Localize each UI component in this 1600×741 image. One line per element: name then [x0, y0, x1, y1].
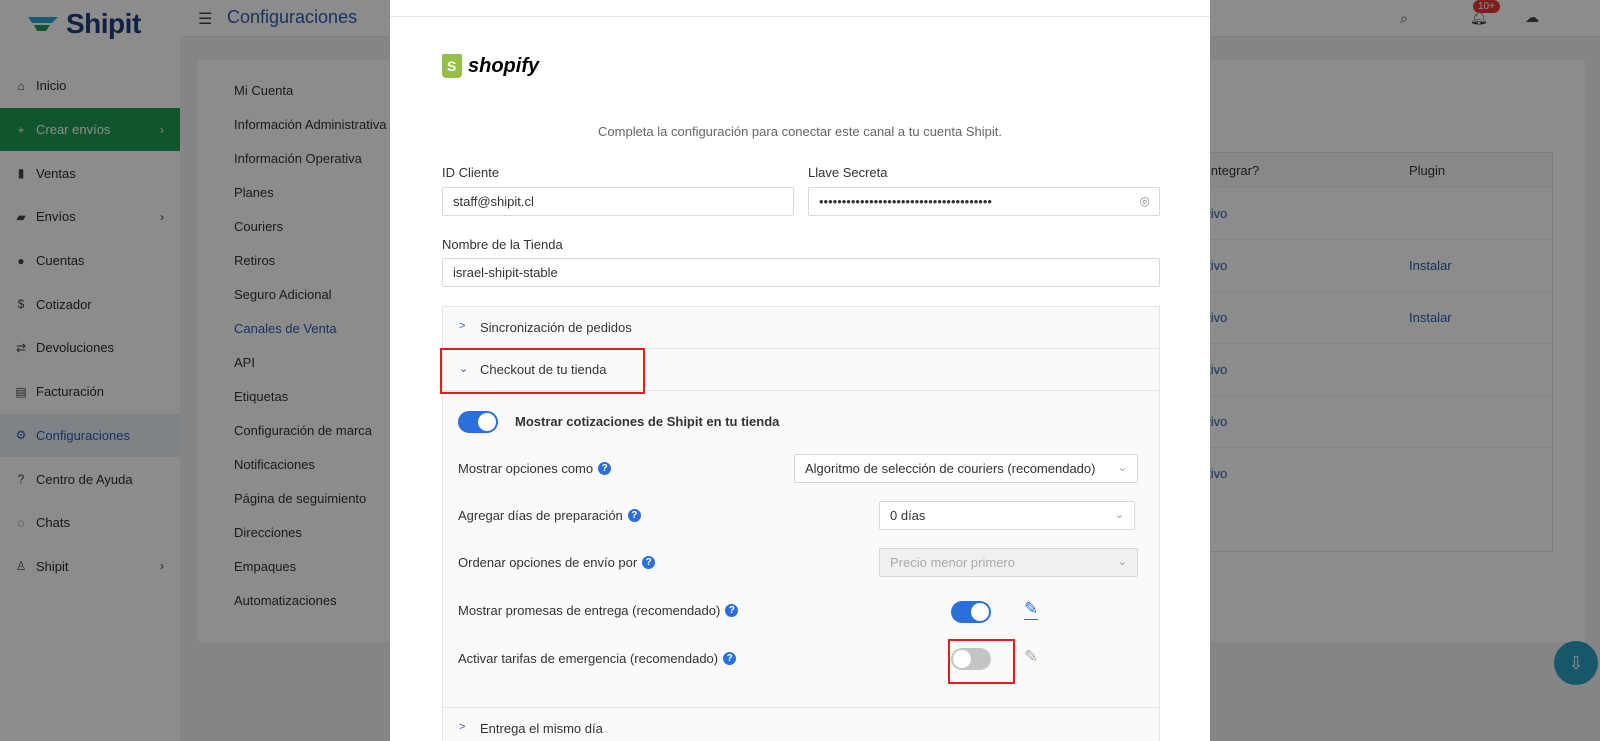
help-icon[interactable]: ?	[723, 652, 737, 665]
client-id-label: ID Cliente	[442, 165, 500, 180]
emergency-label: Activar tarifas de emergencia (recomenda…	[458, 651, 737, 666]
emergency-text: Activar tarifas de emergencia (recomenda…	[458, 651, 719, 666]
toggle-knob	[971, 603, 989, 621]
secret-key-field[interactable]: •••••••••••••••••••••••••••••••••••••• ◎	[808, 187, 1160, 216]
highlight-emergency-toggle	[948, 639, 1015, 684]
chevron-right-icon: >	[459, 721, 466, 733]
eye-off-icon[interactable]: ◎	[1140, 194, 1150, 208]
panel-same-day-title: Entrega el mismo día	[480, 721, 603, 736]
order-by-value: Precio menor primero	[890, 555, 1015, 570]
panel-same-day[interactable]: > Entrega el mismo día	[443, 707, 1159, 741]
promises-text: Mostrar promesas de entrega (recomendado…	[458, 603, 721, 618]
secret-key-label: Llave Secreta	[808, 165, 888, 180]
modal-divider	[390, 16, 1210, 17]
help-icon[interactable]: ?	[598, 462, 612, 475]
shopify-logo: shopify	[442, 54, 539, 78]
intro-text: Completa la configuración para conectar …	[598, 124, 1002, 139]
panel-sync-title: Sincronización de pedidos	[480, 320, 632, 335]
chevron-down-icon: ⌄	[1117, 556, 1127, 568]
prep-days-select[interactable]: 0 días ⌄	[879, 501, 1135, 530]
promises-label: Mostrar promesas de entrega (recomendado…	[458, 603, 739, 618]
prep-days-label: Agregar días de preparación?	[458, 508, 641, 523]
chevron-down-icon: ⌄	[1114, 509, 1124, 521]
shopify-wordmark: shopify	[468, 54, 540, 77]
client-id-field[interactable]: staff@shipit.cl	[442, 187, 794, 216]
show-options-text: Mostrar opciones como	[458, 461, 594, 476]
prep-days-text: Agregar días de preparación	[458, 508, 623, 523]
edit-pencil-icon[interactable]: ✎	[1024, 599, 1039, 620]
shopify-bag-icon	[442, 54, 462, 78]
store-name-field[interactable]: israel-shipit-stable	[442, 258, 1160, 287]
panel-sync[interactable]: > Sincronización de pedidos	[443, 307, 1159, 349]
show-options-value: Algoritmo de selección de couriers (reco…	[805, 461, 1096, 476]
secret-key-value: ••••••••••••••••••••••••••••••••••••••	[819, 194, 992, 209]
chevron-down-icon: ⌄	[1117, 462, 1127, 474]
toggle-knob	[478, 413, 496, 431]
highlight-checkout	[440, 348, 645, 394]
help-icon[interactable]: ?	[642, 556, 656, 569]
store-name-label: Nombre de la Tienda	[442, 237, 563, 252]
order-by-select: Precio menor primero ⌄	[879, 548, 1138, 577]
show-options-select[interactable]: Algoritmo de selección de couriers (reco…	[794, 454, 1138, 483]
order-by-label: Ordenar opciones de envío por?	[458, 555, 656, 570]
show-quotes-label: Mostrar cotizaciones de Shipit en tu tie…	[515, 414, 780, 429]
shopify-config-modal: shopify Completa la configuración para c…	[390, 0, 1210, 741]
edit-pencil-icon: ✎	[1024, 647, 1039, 666]
order-by-text: Ordenar opciones de envío por	[458, 555, 638, 570]
prep-days-value: 0 días	[890, 508, 926, 523]
help-icon[interactable]: ?	[725, 604, 739, 617]
help-icon[interactable]: ?	[627, 509, 641, 522]
chevron-right-icon: >	[459, 320, 466, 332]
promises-toggle[interactable]	[951, 601, 991, 623]
show-quotes-toggle[interactable]	[458, 411, 498, 433]
show-options-label: Mostrar opciones como?	[458, 461, 612, 476]
